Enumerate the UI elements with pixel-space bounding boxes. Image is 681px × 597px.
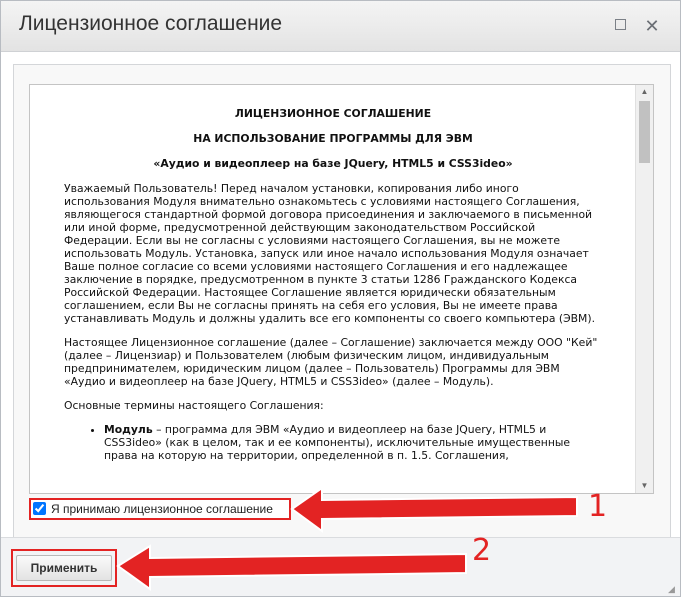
license-paragraph-3: Основные термины настоящего Соглашения:	[64, 399, 324, 412]
list-item: Модуль – программа для ЭВМ «Аудио и виде…	[104, 423, 602, 462]
license-text-box[interactable]: ЛИЦЕНЗИОННОЕ СОГЛАШЕНИЕ НА ИСПОЛЬЗОВАНИЕ…	[29, 84, 654, 494]
license-paragraph-1: Уважаемый Пользователь! Перед началом ус…	[64, 182, 595, 325]
license-paragraph-2: Настоящее Лицензионное соглашение (далее…	[64, 336, 598, 388]
annotation-marker-1: 1	[588, 489, 608, 524]
scrollbar-thumb[interactable]	[639, 101, 650, 163]
license-heading-3: «Аудио и видеоплеер на базе JQuery, HTML…	[153, 157, 513, 170]
license-text: ЛИЦЕНЗИОННОЕ СОГЛАШЕНИЕ НА ИСПОЛЬЗОВАНИЕ…	[64, 107, 602, 462]
resize-handle-icon[interactable]: ◢	[668, 584, 678, 594]
scroll-up-icon[interactable]: ▲	[636, 85, 653, 99]
license-dialog: Лицензионное соглашение ✕ ЛИЦЕНЗИОННОЕ С…	[0, 0, 681, 597]
annotation-marker-2: 2	[472, 533, 492, 568]
maximize-icon[interactable]	[610, 16, 630, 36]
accept-row: Я принимаю лицензионное соглашение	[29, 498, 291, 520]
dialog-title: Лицензионное соглашение	[19, 12, 283, 35]
term-definition: – программа для ЭВМ «Аудио и видеоплеер …	[104, 423, 571, 462]
license-heading-2: НА ИСПОЛЬЗОВАНИЕ ПРОГРАММЫ ДЛЯ ЭВМ	[193, 132, 473, 145]
accept-checkbox[interactable]	[33, 502, 46, 515]
license-heading-1: ЛИЦЕНЗИОННОЕ СОГЛАШЕНИЕ	[234, 107, 432, 120]
apply-button[interactable]: Применить	[16, 555, 112, 581]
scroll-down-icon[interactable]: ▼	[636, 479, 653, 493]
accept-label[interactable]: Я принимаю лицензионное соглашение	[51, 502, 273, 516]
license-scrollbar[interactable]: ▲ ▼	[635, 85, 653, 493]
apply-highlight: Применить	[11, 549, 117, 587]
terms-list: Модуль – программа для ЭВМ «Аудио и виде…	[64, 423, 602, 462]
dialog-titlebar[interactable]: Лицензионное соглашение ✕	[1, 1, 680, 52]
close-icon[interactable]: ✕	[642, 16, 662, 36]
term-name: Модуль	[104, 423, 153, 436]
